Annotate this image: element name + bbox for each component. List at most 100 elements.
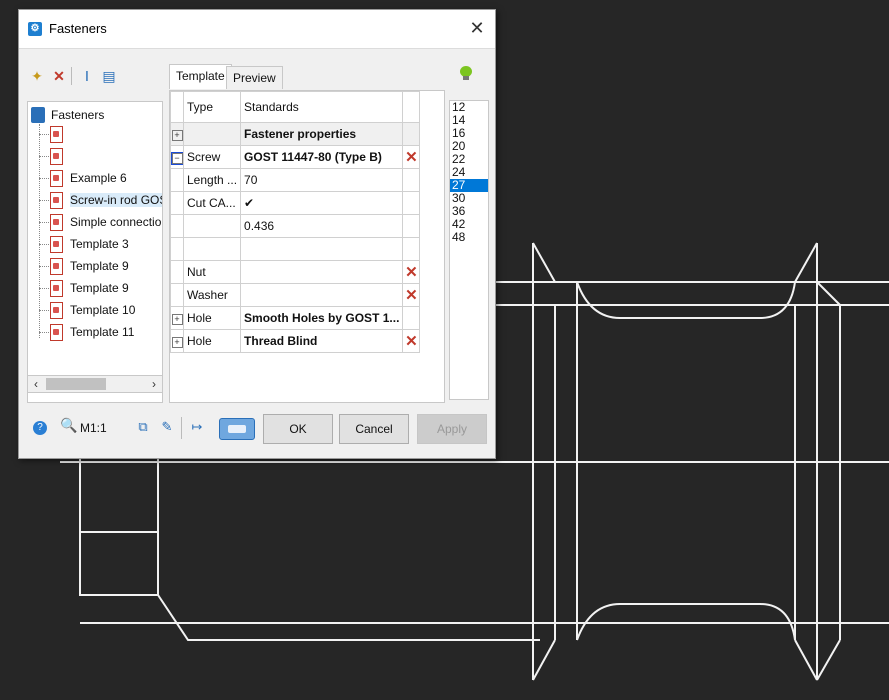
cancel-button[interactable]: Cancel (339, 414, 409, 444)
title-bar: ⚙ Fasteners ✕ (19, 10, 495, 49)
template-icon (50, 280, 63, 297)
tree-item[interactable]: Template 10 (39, 300, 162, 322)
delete-row-icon[interactable]: ✕ (405, 287, 418, 304)
row-expander-cell (170, 260, 184, 284)
grid-row[interactable]: − Screw GOST 11447-80 (Type B) ✕ (170, 145, 421, 169)
fasteners-tree[interactable]: Fasteners Example 6 Screw-in rod GOST Simp… (27, 101, 163, 403)
delete-row-icon[interactable]: ✕ (405, 264, 418, 281)
row-expander-cell (170, 237, 184, 261)
tree-item[interactable]: Example 6 (39, 168, 162, 190)
toolbar-separator (181, 417, 182, 439)
row-type: Washer (182, 283, 242, 307)
cut-checkbox[interactable]: ✔ (244, 196, 254, 210)
tree-item[interactable]: Simple connection (39, 212, 162, 234)
row-standard-cell[interactable]: Smooth Holes by GOST 1... (240, 306, 404, 330)
cad-line (816, 639, 841, 681)
row-standard-cell[interactable]: Fastener properties (240, 122, 404, 146)
tree-item[interactable]: Template 11 (39, 322, 162, 344)
grid-row[interactable]: Nut ✕ (170, 260, 421, 284)
rename-icon[interactable]: Ⅰ (77, 66, 97, 86)
insert-point-icon[interactable]: ↦ (187, 417, 207, 437)
scale-value[interactable]: M1:1 (80, 421, 107, 435)
tree-item-label: Example 6 (70, 171, 127, 185)
edit-template-icon[interactable]: ✎ (157, 417, 177, 437)
tree-item[interactable] (39, 146, 162, 168)
grid-row[interactable] (170, 237, 421, 261)
size-list[interactable]: 12 14 16 20 22 24 27 30 36 42 48 (449, 100, 489, 400)
row-expander-cell: + (170, 306, 184, 330)
template-icon (50, 236, 63, 253)
grid-row[interactable]: Length ... 70 (170, 168, 421, 192)
scroll-right-icon[interactable]: › (146, 376, 162, 392)
expand-icon[interactable]: + (171, 314, 183, 325)
row-expander-cell (170, 214, 184, 238)
row-expander-cell (170, 191, 184, 215)
grid-row[interactable]: + Hole Thread Blind ✕ (170, 329, 421, 353)
new-icon[interactable]: ✦ (27, 66, 47, 86)
tree-item[interactable]: Template 9 (39, 256, 162, 278)
properties-grid: Type Standards + Fastener properties − Scre… (169, 90, 445, 403)
row-expander-cell: + (170, 329, 184, 353)
tree-item-label: Template 9 (70, 259, 129, 273)
apply-button[interactable]: Apply (417, 414, 487, 444)
grid-row[interactable]: + Fastener properties (170, 122, 421, 146)
properties-icon[interactable]: ▤ (99, 66, 119, 86)
dialog-title: Fasteners (49, 21, 107, 36)
grid-row[interactable]: + Hole Smooth Holes by GOST 1... (170, 306, 421, 330)
copy-template-icon[interactable]: ⧉ (133, 417, 153, 437)
template-icon (50, 170, 63, 187)
tree-hscrollbar[interactable]: ‹ › (27, 375, 163, 393)
template-icon (50, 126, 63, 143)
row-standard-cell[interactable]: 0.436 (240, 214, 404, 238)
tree-connector (39, 178, 49, 179)
toolbar-separator (71, 67, 72, 85)
row-standard: 0.436 (244, 219, 275, 233)
grid-row[interactable]: Cut CA... ✔ (170, 191, 421, 215)
delete-row-icon[interactable]: ✕ (405, 333, 418, 350)
expand-icon[interactable]: + (171, 337, 183, 348)
row-standard-cell[interactable] (240, 260, 404, 284)
grid-row[interactable]: Washer ✕ (170, 283, 421, 307)
cad-fillet (576, 281, 796, 319)
delete-icon[interactable]: ✕ (49, 66, 69, 86)
expand-icon[interactable]: + (171, 130, 183, 141)
tab-preview[interactable]: Preview (226, 66, 283, 89)
tree-root-label: Fasteners (51, 108, 105, 122)
delete-row-icon[interactable]: ✕ (405, 149, 418, 166)
scroll-thumb[interactable] (46, 378, 106, 390)
fastener-preview-icon[interactable] (219, 418, 255, 440)
row-type (182, 214, 242, 238)
row-type: Hole (182, 329, 242, 353)
tree-connector (39, 266, 49, 267)
row-type: Cut CA... (182, 191, 242, 215)
row-standard-cell[interactable]: Thread Blind (240, 329, 404, 353)
tree-item[interactable]: Screw-in rod GOST (39, 190, 162, 212)
tree-item[interactable]: Template 3 (39, 234, 162, 256)
row-action-cell (402, 122, 421, 146)
magnifier-icon[interactable]: 🔍 (60, 417, 77, 434)
tree-connector (39, 200, 49, 201)
row-standard-cell[interactable]: ✔ (240, 191, 404, 215)
app-icon: ⚙ (28, 22, 42, 36)
collapse-icon[interactable]: − (171, 152, 183, 165)
tab-template[interactable]: Template (169, 64, 232, 89)
row-standard-cell[interactable]: GOST 11447-80 (Type B) (240, 145, 404, 169)
scroll-left-icon[interactable]: ‹ (28, 376, 44, 392)
help-icon[interactable]: ? (33, 421, 47, 435)
row-standard-cell[interactable] (240, 283, 404, 307)
grid-row[interactable]: 0.436 (170, 214, 421, 238)
cad-line (794, 242, 818, 283)
tree-item[interactable] (39, 124, 162, 146)
close-icon[interactable]: ✕ (465, 16, 489, 40)
tree-connector (39, 310, 49, 311)
row-action-cell (402, 168, 421, 192)
template-icon (50, 192, 63, 209)
col-type: Type (182, 91, 242, 123)
hint-bulb-icon[interactable] (460, 66, 472, 80)
ok-button[interactable]: OK (263, 414, 333, 444)
size-option[interactable]: 48 (450, 231, 488, 244)
row-standard-cell[interactable]: 70 (240, 168, 404, 192)
row-action-cell: ✕ (402, 329, 421, 353)
row-standard-cell[interactable] (240, 237, 404, 261)
tree-item[interactable]: Template 9 (39, 278, 162, 300)
